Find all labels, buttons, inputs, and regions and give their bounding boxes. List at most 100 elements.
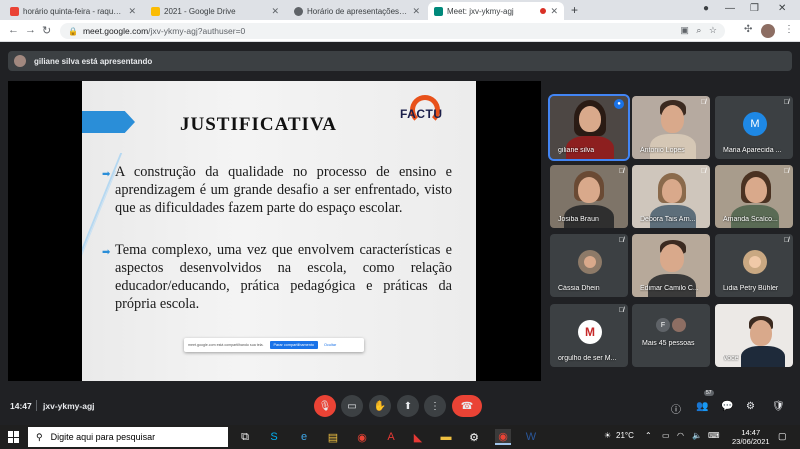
close-window-icon[interactable]: ✕ <box>778 3 786 14</box>
back-icon[interactable]: ← <box>8 24 19 36</box>
stop-sharing-button[interactable]: Parar compartilhamento <box>269 341 319 349</box>
tab-title: Horário de apresentações de tra <box>307 6 408 16</box>
raise-hand-button[interactable]: ✋ <box>369 395 391 417</box>
participant-tile[interactable]: ● giliane silva <box>548 94 630 161</box>
volume-icon[interactable]: 🔈 <box>692 431 702 440</box>
close-icon[interactable]: ✕ <box>412 6 420 17</box>
weather-temp[interactable]: 21°C <box>616 431 634 440</box>
close-icon[interactable]: ✕ <box>128 6 136 17</box>
restore-icon[interactable]: ❐ <box>750 3 759 14</box>
host-controls-icon[interactable]: 🛡 <box>772 401 785 412</box>
mic-off-icon: 🎙̸ <box>618 237 624 244</box>
chat-icon[interactable]: 💬 <box>721 401 733 412</box>
slide: JUSTIFICATIVA FACTU ➡ A construção da qu… <box>82 81 476 381</box>
slide-chevron-shape <box>82 111 135 133</box>
battery-icon[interactable]: ▭ <box>662 431 670 440</box>
hide-notice-button[interactable]: Ocultar <box>324 343 336 347</box>
participant-count-badge: 57 <box>704 390 714 396</box>
participant-tile[interactable]: M 🎙̸ orgulho de ser M... <box>550 304 628 367</box>
settings-icon[interactable]: ⚙ <box>466 429 482 445</box>
participant-tile[interactable]: 🎙̸ Amanda Scalco... <box>715 165 793 228</box>
zoom-icon[interactable]: ⌕ <box>696 25 701 35</box>
mic-off-icon: 🎙̸ <box>783 237 789 244</box>
slide-bullet-1: ➡ A construção da qualidade no processo … <box>102 163 452 217</box>
participant-tile[interactable]: 🎙̸ Josiba Braun <box>550 165 628 228</box>
participant-face <box>662 179 682 203</box>
avatar-face <box>584 256 596 268</box>
chrome-active-icon[interactable]: ◉ <box>495 429 511 445</box>
close-icon[interactable]: ✕ <box>271 6 279 17</box>
participant-face <box>745 177 767 203</box>
presentation-stage[interactable]: JUSTIFICATIVA FACTU ➡ A construção da qu… <box>8 81 541 381</box>
participant-name: Você <box>723 355 739 362</box>
task-view-icon[interactable]: ⧉ <box>237 429 253 445</box>
forward-icon[interactable]: → <box>25 24 36 36</box>
self-view-tile[interactable]: Você <box>715 304 793 367</box>
avatar: M <box>578 320 602 344</box>
url-host: meet.google.com <box>82 26 149 36</box>
new-tab-button[interactable]: + <box>571 3 578 17</box>
word-icon[interactable]: W <box>523 429 539 445</box>
chrome-icon[interactable]: ◉ <box>354 429 370 445</box>
tab-search-icon[interactable]: ● <box>703 3 709 14</box>
tab-drive[interactable]: 2021 - Google Drive ✕ <box>145 2 285 20</box>
slide-bullet-2: ➡ Tema complexo, uma vez que envolvem ca… <box>102 241 452 313</box>
avatar: M <box>743 112 767 136</box>
extensions-icon[interactable]: ✣ <box>744 24 752 35</box>
info-icon[interactable]: ⓘ <box>671 401 681 416</box>
mic-off-button[interactable]: 🎙 <box>314 395 336 417</box>
participant-tile[interactable]: 🎙̸ Debora Tais Arn... <box>632 165 710 228</box>
notifications-icon[interactable]: ▢ <box>778 431 787 442</box>
participant-tile[interactable]: 🎙̸ Antonio Lopes <box>632 96 710 159</box>
mic-off-icon: 🎙̸ <box>618 307 624 314</box>
close-icon[interactable]: ✕ <box>550 6 558 17</box>
participant-tile[interactable]: 🎙̸ Lidia Petry Bühler <box>715 234 793 297</box>
people-icon[interactable]: 👥 <box>696 401 708 412</box>
profile-avatar[interactable] <box>761 24 775 38</box>
taskbar-clock[interactable]: 14:47 23/06/2021 <box>732 428 770 446</box>
clock-date: 23/06/2021 <box>732 437 770 446</box>
camera-indicator-icon[interactable]: ▣ <box>680 25 689 35</box>
avatar <box>578 250 602 274</box>
chevron-up-icon[interactable]: ⌃ <box>645 431 652 440</box>
participant-tile[interactable]: Edimar Camilo C... <box>632 234 710 297</box>
weather-icon[interactable]: ☀ <box>604 431 611 440</box>
skype-icon[interactable]: S <box>266 429 282 445</box>
participant-tile[interactable]: 🎙̸ Cássia Dhein <box>550 234 628 297</box>
participant-face <box>660 244 684 272</box>
bookmark-star-icon[interactable]: ☆ <box>709 25 717 35</box>
tab-meet[interactable]: Meet: jxv-ykmy-agj ✕ <box>428 2 564 20</box>
edge-icon[interactable]: e <box>296 429 312 445</box>
tab-horario[interactable]: Horário de apresentações de tra ✕ <box>288 2 426 20</box>
more-options-button[interactable]: ⋮ <box>424 395 446 417</box>
tab-gmail[interactable]: horário quinta-feira - raquel.veto ✕ <box>4 2 142 20</box>
search-placeholder: Digite aqui para pesquisar <box>50 432 156 442</box>
wifi-icon[interactable]: ◠ <box>677 431 684 440</box>
camera-button[interactable]: ▭ <box>341 395 363 417</box>
explorer-icon[interactable]: ▤ <box>325 429 341 445</box>
meeting-time: 14:47 <box>10 401 32 411</box>
more-participants-tile[interactable]: F Mais 45 pessoas <box>632 304 710 367</box>
folder-icon[interactable]: ▬ <box>438 429 454 445</box>
menu-icon[interactable]: ⋮ <box>784 24 794 35</box>
acrobat-icon[interactable]: ◣ <box>410 429 426 445</box>
windows-start-icon[interactable] <box>8 431 20 443</box>
address-bar[interactable]: 🔒 meet.google.com/jxv-ykmy-agj?authuser=… <box>60 23 725 39</box>
keyboard-icon[interactable]: ⌨ <box>708 431 720 440</box>
divider <box>36 400 37 411</box>
activities-icon[interactable]: ⚙ <box>746 401 755 412</box>
participant-face <box>750 320 772 346</box>
minimize-icon[interactable]: — <box>725 3 735 14</box>
leave-call-button[interactable]: ☎ <box>452 395 482 417</box>
url-path: /jxv-ykmy-agj?authuser=0 <box>148 26 246 36</box>
search-icon: ⚲ <box>36 431 43 442</box>
participant-face <box>661 105 684 133</box>
lock-icon[interactable]: 🔒 <box>68 27 78 36</box>
speaking-indicator-icon: ● <box>614 99 624 109</box>
participant-tile[interactable]: M 🎙̸ Maria Aparecida ... <box>715 96 793 159</box>
taskbar-search-input[interactable]: ⚲ Digite aqui para pesquisar <box>28 427 228 447</box>
pdf-icon[interactable]: A <box>383 429 399 445</box>
reload-icon[interactable]: ↻ <box>42 24 51 37</box>
present-button[interactable]: ⬆ <box>397 395 419 417</box>
drive-icon <box>151 6 160 16</box>
